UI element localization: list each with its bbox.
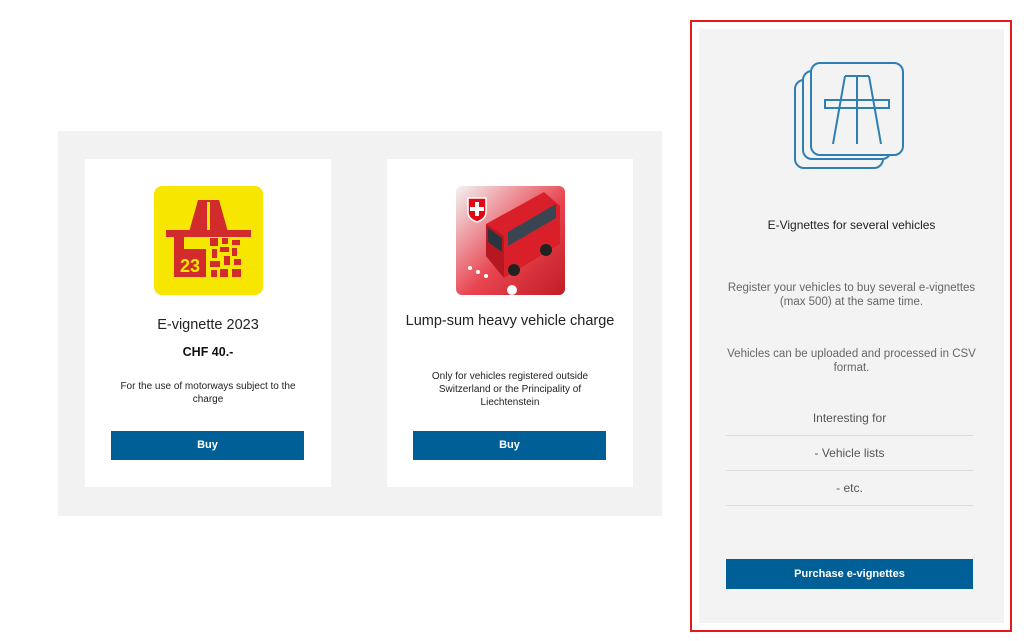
- buy-heavy-vehicle-charge-button[interactable]: Buy: [413, 431, 606, 460]
- e-vignette-year: 23: [180, 256, 200, 276]
- red-bus-swiss-icon: [456, 186, 565, 295]
- buy-e-vignette-button[interactable]: Buy: [111, 431, 304, 460]
- highlight-frame: [690, 20, 1012, 632]
- product-title: E-vignette 2023: [157, 317, 259, 333]
- product-description: Only for vehicles registered outside Swi…: [431, 371, 589, 408]
- product-card-e-vignette: 23 E-vignette 2023 CHF 40.- For the use …: [85, 159, 331, 487]
- e-vignette-icon: 23: [154, 186, 263, 295]
- product-title: Lump-sum heavy vehicle charge: [405, 313, 615, 329]
- product-price: CHF 40.-: [182, 345, 234, 359]
- product-card-heavy-vehicle-charge: Lump-sum heavy vehicle charge Only for v…: [387, 159, 633, 487]
- product-description: For the use of motorways subject to the …: [120, 381, 296, 405]
